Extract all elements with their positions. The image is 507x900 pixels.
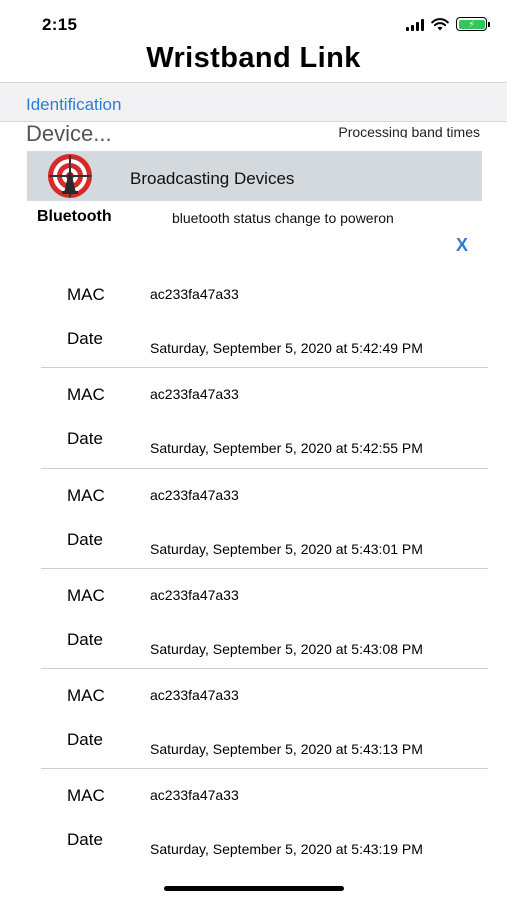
home-indicator[interactable]: [164, 886, 344, 891]
list-item[interactable]: MAC ac233fa47a33 Date Saturday, Septembe…: [0, 268, 507, 369]
mac-label: MAC: [67, 385, 105, 405]
list-item[interactable]: MAC ac233fa47a33 Date Saturday, Septembe…: [0, 469, 507, 569]
date-value: Saturday, September 5, 2020 at 5:43:19 P…: [150, 841, 423, 858]
date-value: Saturday, September 5, 2020 at 5:42:49 P…: [150, 340, 423, 356]
mac-value: ac233fa47a33: [150, 286, 239, 302]
status-time: 2:15: [42, 15, 78, 34]
date-label: Date: [67, 629, 103, 649]
mac-label: MAC: [67, 686, 105, 706]
target-logo-icon: [48, 154, 92, 198]
broadcast-banner[interactable]: Broadcasting Devices: [27, 151, 482, 201]
battery-charging-fill: ⚡: [458, 19, 485, 29]
bluetooth-status: bluetooth status change to poweron: [172, 210, 394, 226]
bluetooth-label: Bluetooth: [37, 208, 112, 225]
mac-value: ac233fa47a33: [150, 586, 239, 603]
mac-label: MAC: [67, 585, 105, 605]
mac-value: ac233fa47a33: [150, 386, 239, 403]
mac-label: MAC: [67, 285, 105, 304]
list-item[interactable]: MAC ac233fa47a33 Date Saturday, Septembe…: [0, 569, 507, 670]
signal-icon: [406, 18, 424, 31]
segment-bar: Identification: [0, 82, 507, 122]
processing-status: Processing band times: [338, 124, 480, 138]
status-icons: ⚡: [406, 17, 490, 31]
tab-identification[interactable]: Identification: [26, 95, 121, 115]
list-item[interactable]: MAC ac233fa47a33 Date Saturday, Septembe…: [0, 669, 507, 770]
date-value: Saturday, September 5, 2020 at 5:43:13 P…: [150, 741, 423, 758]
mac-value: ac233fa47a33: [150, 486, 239, 503]
date-label: Date: [67, 329, 103, 348]
mac-value: ac233fa47a33: [150, 787, 239, 804]
date-label: Date: [67, 429, 103, 449]
date-label: Date: [67, 529, 103, 549]
date-value: Saturday, September 5, 2020 at 5:42:55 P…: [150, 440, 423, 457]
date-label: Date: [67, 730, 103, 750]
list-item[interactable]: MAC ac233fa47a33 Date Saturday, Septembe…: [0, 368, 507, 469]
status-bar: 2:15 ⚡: [0, 0, 507, 44]
list-item[interactable]: MAC ac233fa47a33 Date Saturday, Septembe…: [0, 769, 507, 869]
mac-value: ac233fa47a33: [150, 687, 239, 704]
mac-label: MAC: [67, 786, 105, 806]
battery-icon: ⚡: [456, 17, 490, 31]
broadcast-label: Broadcasting Devices: [130, 169, 295, 188]
date-label: Date: [67, 830, 103, 850]
device-list: MAC ac233fa47a33 Date Saturday, Septembe…: [0, 268, 507, 870]
date-value: Saturday, September 5, 2020 at 5:43:08 P…: [150, 640, 423, 657]
device-title: Device...: [26, 121, 112, 141]
mac-label: MAC: [67, 485, 105, 505]
close-icon[interactable]: X: [456, 235, 468, 256]
page-title: Wristband Link: [146, 42, 361, 74]
wifi-icon: [431, 17, 449, 30]
date-value: Saturday, September 5, 2020 at 5:43:01 P…: [150, 540, 423, 557]
